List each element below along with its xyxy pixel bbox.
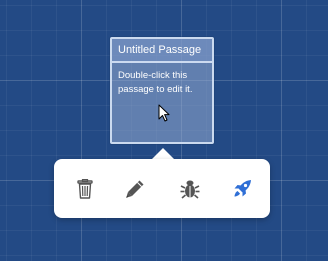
edit-button[interactable]	[120, 175, 150, 203]
trash-icon	[77, 179, 93, 199]
bug-icon	[180, 180, 200, 199]
passage-excerpt: Double-click this passage to edit it.	[118, 70, 193, 95]
mouse-cursor-icon	[158, 104, 170, 122]
passage-toolbar	[54, 159, 270, 218]
rocket-icon	[234, 180, 251, 197]
pencil-icon	[126, 180, 144, 198]
test-button[interactable]	[175, 175, 205, 203]
passage-title: Untitled Passage	[112, 39, 212, 63]
passage-card[interactable]: Untitled Passage Double-click this passa…	[110, 37, 214, 144]
delete-button[interactable]	[70, 175, 100, 203]
play-button[interactable]	[227, 175, 257, 203]
